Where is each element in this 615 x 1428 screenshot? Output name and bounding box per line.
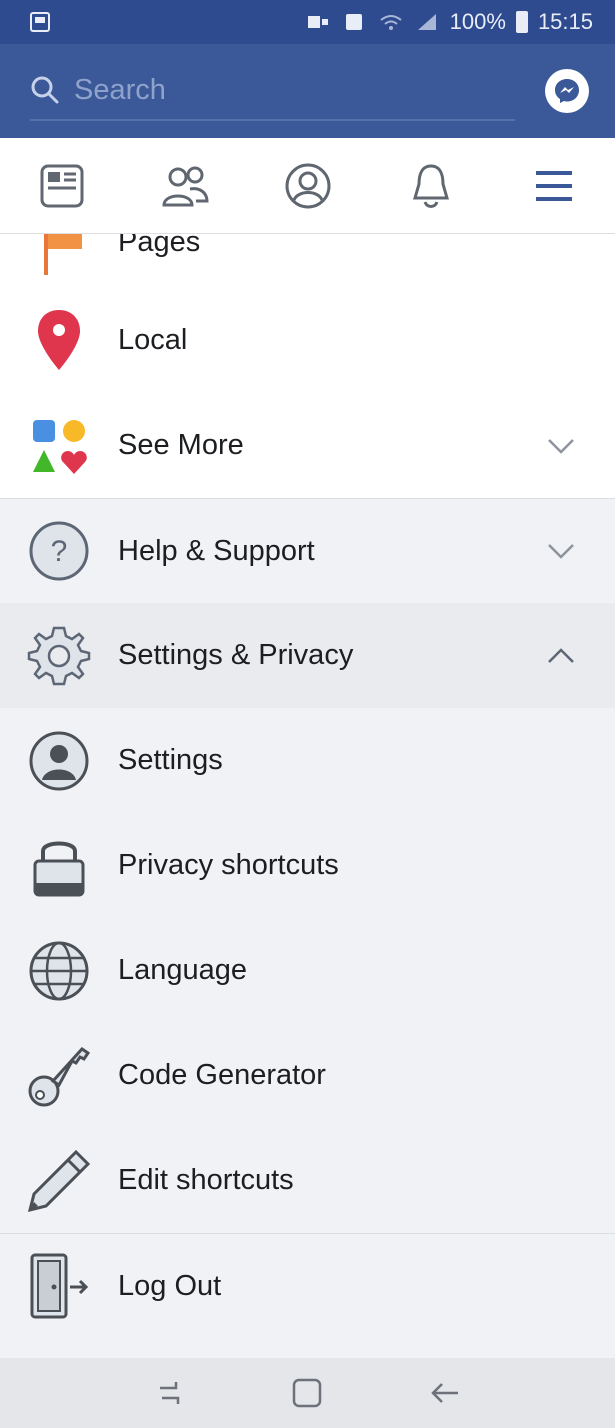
svg-text:?: ?: [51, 535, 68, 568]
tab-bar: [0, 138, 615, 234]
help-support-label: Help & Support: [118, 534, 315, 567]
home-square-icon: [293, 1378, 322, 1408]
user-settings-icon: [26, 728, 92, 794]
status-bar: 100% 15:15: [0, 0, 615, 44]
settings-privacy-label: Settings & Privacy: [118, 639, 354, 671]
system-navigation-bar: [0, 1358, 615, 1428]
menu-item-edit-shortcuts[interactable]: Edit shortcuts: [0, 1128, 615, 1233]
facebook-menu-screen: 100% 15:15 Search Pages Local See More ?…: [0, 0, 615, 1428]
news-feed-icon: [40, 164, 83, 207]
pencil-icon: [26, 1148, 92, 1214]
search-box[interactable]: [30, 61, 515, 121]
status-right: 100% 15:15: [306, 9, 593, 35]
help-icon: ?: [26, 518, 92, 584]
edit-shortcuts-label: Edit shortcuts: [118, 1164, 294, 1196]
search-header: [0, 44, 615, 138]
menu-item-local[interactable]: Local: [0, 288, 615, 393]
tab-menu[interactable]: [514, 146, 594, 226]
key-icon: [26, 1043, 92, 1109]
search-icon: [31, 76, 59, 104]
tab-news-feed[interactable]: [22, 146, 102, 226]
menu-item-language[interactable]: Language: [0, 918, 615, 1023]
signal-icon: [417, 14, 436, 30]
tab-notifications[interactable]: [391, 146, 471, 226]
battery-percent: 100%: [449, 9, 506, 34]
menu-item-code-generator[interactable]: Code Generator: [0, 1023, 615, 1128]
menu-item-see-more[interactable]: See More: [0, 393, 615, 498]
gallery-notification-icon: [30, 12, 50, 32]
privacy-shortcuts-label: Privacy shortcuts: [118, 849, 339, 881]
recent-apps-icon: [160, 1382, 180, 1404]
tab-friends[interactable]: [145, 146, 225, 226]
gear-icon: [26, 623, 92, 689]
menu-item-settings-privacy[interactable]: Settings & Privacy: [0, 603, 615, 708]
notifications-icon: [412, 163, 449, 208]
log-out-label: Log Out: [118, 1269, 222, 1302]
location-pin-icon: [26, 308, 92, 374]
messenger-icon: [555, 79, 579, 103]
menu-item-privacy-shortcuts[interactable]: Privacy shortcuts: [0, 813, 615, 918]
lock-icon: [26, 833, 92, 899]
pages-flag-icon: [26, 234, 92, 280]
messenger-button[interactable]: [545, 69, 589, 113]
tab-profile[interactable]: [268, 146, 348, 226]
pages-label: Pages: [118, 234, 201, 258]
menu-item-pages[interactable]: Pages: [0, 234, 615, 288]
menu-item-settings[interactable]: Settings: [0, 708, 615, 813]
globe-icon: [26, 938, 92, 1004]
back-arrow-icon: [431, 1383, 458, 1403]
wifi-icon: [380, 15, 402, 30]
menu-icon: [535, 170, 572, 201]
status-left: [30, 12, 50, 32]
recent-apps-button[interactable]: [139, 1363, 199, 1423]
chevron-down-icon: [545, 430, 577, 462]
language-label: Language: [118, 954, 248, 986]
shapes-icon: [26, 413, 92, 479]
chevron-up-icon: [545, 640, 577, 672]
battery-icon: [515, 11, 528, 33]
local-label: Local: [118, 324, 188, 356]
profile-icon: [285, 163, 330, 208]
log-out-door-icon: [26, 1253, 92, 1319]
code-generator-label: Code Generator: [118, 1059, 326, 1091]
menu-item-log-out[interactable]: Log Out: [0, 1233, 615, 1338]
mute-icon: [307, 16, 328, 28]
see-more-label: See More: [118, 429, 244, 461]
home-button[interactable]: [277, 1363, 337, 1423]
menu-list: Pages Local See More ? Help & Support Se…: [0, 234, 615, 1338]
chevron-down-icon: [545, 535, 577, 567]
search-input[interactable]: [74, 73, 515, 107]
friends-icon: [161, 166, 209, 206]
nfc-icon: [345, 14, 362, 30]
back-button[interactable]: [416, 1363, 476, 1423]
menu-item-help-support[interactable]: ? Help & Support: [0, 498, 615, 603]
settings-label: Settings: [118, 744, 223, 776]
status-time: 15:15: [537, 9, 593, 34]
